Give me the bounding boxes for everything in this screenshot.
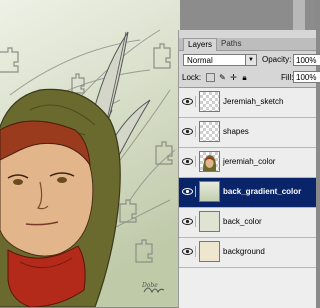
layer-row-selected[interactable]: back_gradient_color [179, 178, 316, 208]
layer-thumbnail [199, 91, 220, 112]
layer-row[interactable]: background [179, 238, 316, 268]
eye-icon[interactable] [182, 126, 196, 137]
layer-row[interactable]: Jeremiah_sketch [179, 88, 316, 118]
layer-name: jeremiah_color [223, 157, 276, 166]
lock-move-icon[interactable]: ✛ [229, 73, 238, 82]
layer-name: back_gradient_color [223, 187, 302, 196]
fill-field[interactable]: 100% [293, 71, 320, 83]
lock-label: Lock: [182, 73, 202, 82]
eye-icon[interactable] [182, 156, 196, 167]
lock-transparent-icon[interactable] [206, 73, 215, 82]
tab-paths[interactable]: Paths [217, 38, 245, 50]
opacity-label: Opacity: [262, 55, 292, 64]
layer-thumbnail [199, 121, 220, 142]
layer-row[interactable]: jeremiah_color [179, 148, 316, 178]
blend-mode-select[interactable]: Normal ▼ [183, 54, 257, 66]
document-canvas[interactable]: Dobe [0, 0, 180, 307]
layer-thumbnail [199, 151, 220, 172]
eye-icon[interactable] [182, 246, 196, 257]
chevron-down-icon[interactable]: ▼ [245, 55, 256, 65]
layer-name: Jeremiah_sketch [223, 97, 284, 106]
fill-label: Fill: [281, 73, 294, 82]
layers-panel: Layers Paths Normal ▼ Opacity: 100% Lock… [178, 30, 320, 308]
blend-mode-value: Normal [187, 56, 213, 65]
layers-list: Jeremiah_sketch shapes jeremiah_color ba… [179, 87, 316, 308]
tab-layers[interactable]: Layers [183, 38, 218, 51]
scrollbar[interactable] [293, 0, 305, 30]
signature-text: Dobe [142, 282, 158, 289]
lock-row: Lock: ✎ ✛ 🔒︎ Fill: 100% [179, 70, 320, 86]
layer-name: background [223, 247, 265, 256]
layer-thumbnail [199, 181, 220, 202]
layer-thumbnail [199, 241, 220, 262]
layer-name: shapes [223, 127, 249, 136]
panel-tabs: Layers Paths [179, 38, 316, 51]
layer-row[interactable]: shapes [179, 118, 316, 148]
layer-row[interactable]: back_color [179, 208, 316, 238]
layer-thumbnail [199, 211, 220, 232]
eye-icon[interactable] [182, 96, 196, 107]
lock-all-icon[interactable]: 🔒︎ [240, 73, 249, 82]
opacity-field[interactable]: 100% [293, 54, 320, 66]
character-illustration [0, 0, 180, 307]
lock-brush-icon[interactable]: ✎ [218, 73, 227, 82]
blend-row: Normal ▼ Opacity: 100% [179, 52, 320, 69]
layer-name: back_color [223, 217, 262, 226]
eye-icon[interactable] [182, 216, 196, 227]
eye-icon[interactable] [182, 186, 196, 197]
